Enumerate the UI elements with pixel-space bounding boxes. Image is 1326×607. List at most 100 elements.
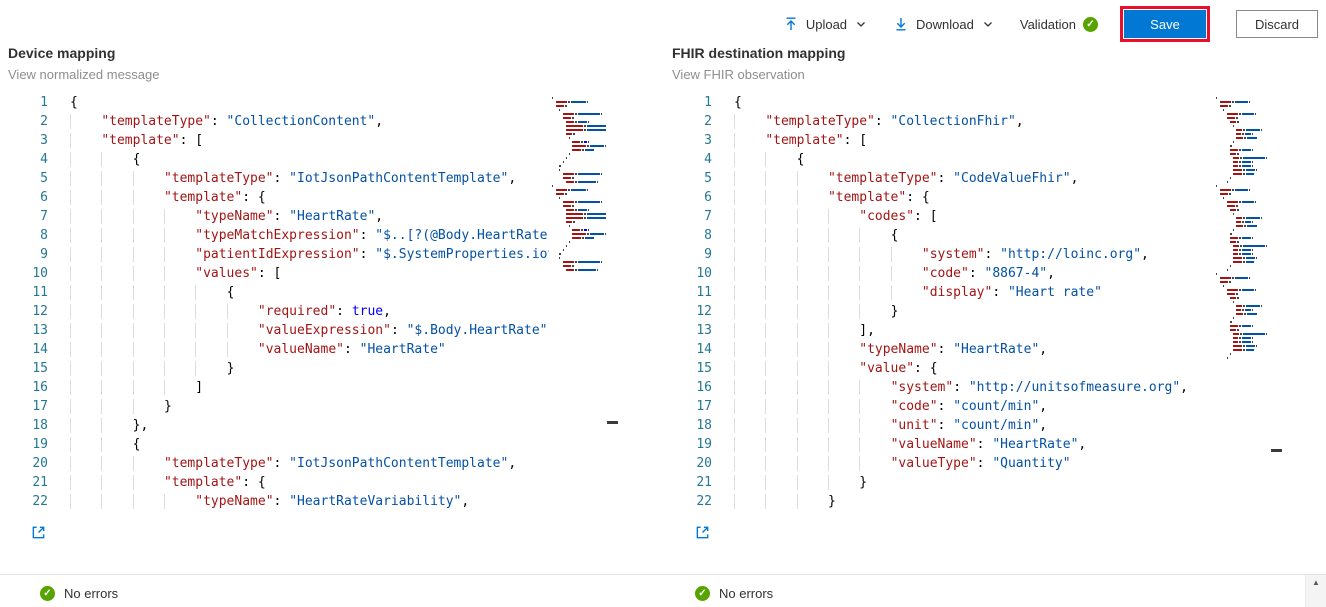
line-number: 4 [40, 152, 48, 167]
code-line[interactable]: 10 "code": "8867-4", [672, 264, 1284, 283]
code-line[interactable]: 21 } [672, 473, 1284, 492]
line-number: 10 [32, 266, 48, 281]
code-line[interactable]: 21 "template": { [8, 473, 620, 492]
line-number: 19 [696, 437, 712, 452]
view-normalized-message-link[interactable]: View normalized message [8, 67, 620, 83]
code-line[interactable]: 16 ] [8, 378, 620, 397]
line-number: 9 [704, 247, 712, 262]
view-fhir-observation-link[interactable]: View FHIR observation [672, 67, 1284, 83]
success-check-icon: ✓ [695, 586, 710, 601]
code-line[interactable]: 22 "typeName": "HeartRateVariability", [8, 492, 620, 511]
code-line[interactable]: 13 "valueExpression": "$.Body.HeartRate"… [8, 321, 620, 340]
line-number: 18 [32, 418, 48, 433]
code-line[interactable]: 5 "templateType": "CodeValueFhir", [672, 169, 1284, 188]
code-lines[interactable]: 1{2 "templateType": "CollectionFhir", 3 "… [672, 93, 1284, 511]
code-line[interactable]: 7 "typeName": "HeartRate", [8, 207, 620, 226]
scrollbar-up-icon[interactable]: ▲ [1312, 579, 1320, 587]
upload-icon [783, 16, 799, 32]
code-line[interactable]: 14 "valueName": "HeartRate" [8, 340, 620, 359]
code-line[interactable]: 1{ [672, 93, 1284, 112]
code-line[interactable]: 17 } [8, 397, 620, 416]
line-number: 13 [696, 323, 712, 338]
download-button[interactable]: Download [893, 16, 994, 32]
code-line[interactable]: 19 { [8, 435, 620, 454]
chevron-down-icon[interactable] [855, 18, 867, 30]
line-number: 17 [696, 399, 712, 414]
code-line[interactable]: 12 } [672, 302, 1284, 321]
code-line[interactable]: 3 "template": [ [672, 131, 1284, 150]
code-line[interactable]: 15 } [8, 359, 620, 378]
code-line[interactable]: 17 "code": "count/min", [672, 397, 1284, 416]
code-line[interactable]: 4 { [672, 150, 1284, 169]
scrollbar-thumb[interactable] [607, 421, 618, 424]
scrollbar-thumb[interactable] [1271, 449, 1282, 452]
code-line[interactable]: 6 "template": { [8, 188, 620, 207]
code-line[interactable]: 15 "value": { [672, 359, 1284, 378]
expand-editor-button[interactable] [695, 525, 710, 540]
code-line[interactable]: 2 "templateType": "CollectionFhir", [672, 112, 1284, 131]
fhir-mapping-code-editor[interactable]: 1{2 "templateType": "CollectionFhir", 3 "… [672, 93, 1284, 512]
vertical-scrollbar[interactable] [606, 93, 620, 512]
line-number: 18 [696, 418, 712, 433]
code-line[interactable]: 7 "codes": [ [672, 207, 1284, 226]
code-line[interactable]: 9 "patientIdExpression": "$.SystemProper… [8, 245, 620, 264]
line-number: 10 [696, 266, 712, 281]
line-number: 8 [40, 228, 48, 243]
code-line[interactable]: 11 { [8, 283, 620, 302]
upload-label: Upload [805, 16, 848, 32]
line-number: 11 [696, 285, 712, 300]
line-number: 8 [704, 228, 712, 243]
code-line[interactable]: 18 "unit": "count/min", [672, 416, 1284, 435]
code-line[interactable]: 6 "template": { [672, 188, 1284, 207]
code-line[interactable]: 10 "values": [ [8, 264, 620, 283]
device-mapping-code-editor[interactable]: 1{2 "templateType": "CollectionContent",… [8, 93, 620, 512]
vertical-scrollbar[interactable] [1270, 93, 1284, 512]
line-number: 14 [32, 342, 48, 357]
code-lines[interactable]: 1{2 "templateType": "CollectionContent",… [8, 93, 620, 511]
minimap[interactable] [549, 93, 606, 512]
expand-editor-button[interactable] [31, 525, 46, 540]
code-line[interactable]: 3 "template": [ [8, 131, 620, 150]
code-line[interactable]: 5 "templateType": "IotJsonPathContentTem… [8, 169, 620, 188]
upload-button[interactable]: Upload [783, 16, 867, 32]
code-line[interactable]: 18 }, [8, 416, 620, 435]
code-line[interactable]: 16 "system": "http://unitsofmeasure.org"… [672, 378, 1284, 397]
fhir-destination-mapping-panel: FHIR destination mapping View FHIR obser… [672, 44, 1284, 545]
code-line[interactable]: 20 "templateType": "IotJsonPathContentTe… [8, 454, 620, 473]
validation-button[interactable]: Validation ✓ [1020, 16, 1098, 32]
discard-button[interactable]: Discard [1236, 10, 1318, 38]
code-line[interactable]: 14 "typeName": "HeartRate", [672, 340, 1284, 359]
code-line[interactable]: 4 { [8, 150, 620, 169]
line-number: 7 [40, 209, 48, 224]
code-line[interactable]: 8 "typeMatchExpression": "$..[?(@Body.He… [8, 226, 620, 245]
code-line[interactable]: 9 "system": "http://loinc.org", [672, 245, 1284, 264]
line-number: 17 [32, 399, 48, 414]
code-line[interactable]: 2 "templateType": "CollectionContent", [8, 112, 620, 131]
page-title: Device mapping [8, 45, 116, 61]
line-number: 1 [40, 95, 48, 110]
line-number: 3 [40, 133, 48, 148]
chevron-down-icon[interactable] [982, 18, 994, 30]
code-line[interactable]: 19 "valueName": "HeartRate", [672, 435, 1284, 454]
save-button[interactable]: Save [1120, 6, 1210, 42]
line-number: 5 [40, 171, 48, 186]
line-number: 14 [696, 342, 712, 357]
code-line[interactable]: 11 "display": "Heart rate" [672, 283, 1284, 302]
page-scrollbar[interactable]: ▲ [1305, 575, 1326, 607]
line-number: 15 [696, 361, 712, 376]
status-text: No errors [64, 586, 119, 601]
fhir-mapping-status: ✓ No errors [695, 586, 773, 601]
code-line[interactable]: 1{ [8, 93, 620, 112]
line-number: 11 [32, 285, 48, 300]
download-label: Download [916, 16, 974, 32]
code-line[interactable]: 13 ], [672, 321, 1284, 340]
code-line[interactable]: 20 "valueType": "Quantity" [672, 454, 1284, 473]
minimap[interactable] [1213, 93, 1270, 512]
device-mapping-status: ✓ No errors [40, 586, 118, 601]
code-line[interactable]: 8 { [672, 226, 1284, 245]
validation-success-icon: ✓ [1083, 16, 1098, 32]
code-line[interactable]: 22 } [672, 492, 1284, 511]
code-line[interactable]: 12 "required": true, [8, 302, 620, 321]
line-number: 5 [704, 171, 712, 186]
line-number: 7 [704, 209, 712, 224]
